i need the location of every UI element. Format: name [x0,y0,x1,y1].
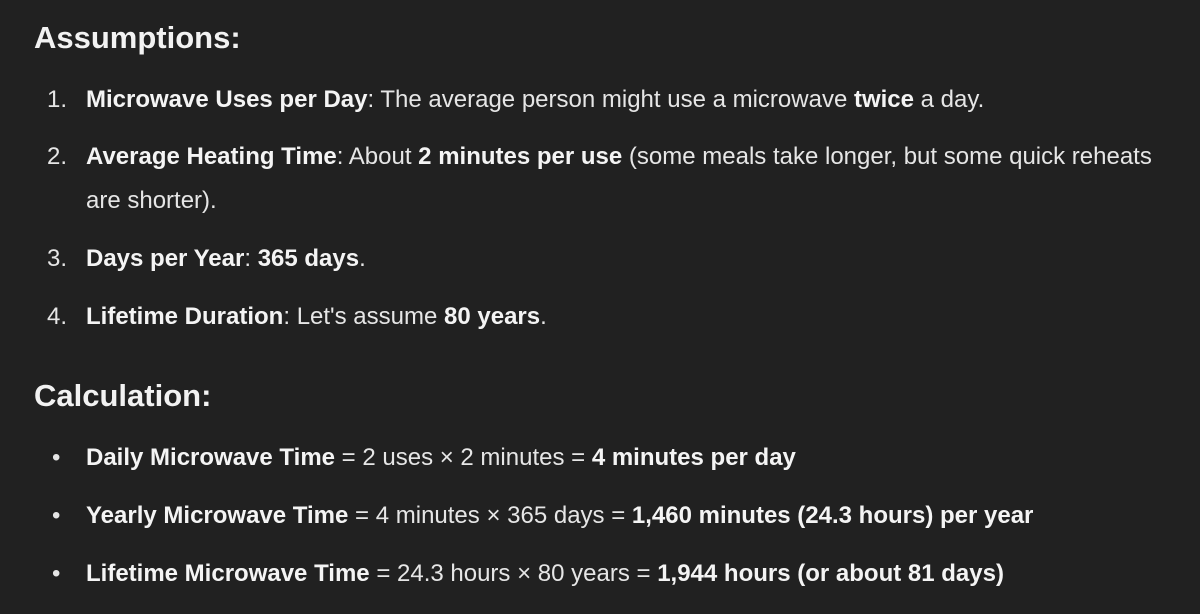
assumption-label: Microwave Uses per Day [86,86,368,113]
assumption-value: 2 minutes per use [418,143,623,170]
separator: : [367,86,381,113]
calculation-label: Daily Microwave Time [86,444,335,471]
assumption-desc: a day. [914,86,985,113]
assumption-value: twice [853,86,914,113]
list-number: 4. [47,303,68,330]
calculation-label: Lifetime Microwave Time [86,560,370,587]
bullet-icon: • [52,444,61,471]
assumption-label: Lifetime Duration [86,303,284,330]
assumption-desc: . [359,245,366,272]
list-number: 3. [47,245,68,272]
calculation-text: Yearly Microwave Time = 4 minutes × 365 … [86,494,1166,538]
separator: : [244,245,258,272]
calculation-result: 1,460 minutes (24.3 hours) per year [631,502,1034,529]
assumption-text: Average Heating Time: About 2 minutes pe… [86,135,1166,223]
assumption-desc: The average person might use a microwave [380,86,854,113]
response-content: Assumptions: 1. Microwave Uses per Day: … [0,0,1200,614]
bullet-icon: • [52,502,61,529]
list-number: 1. [47,86,68,113]
assumptions-heading: Assumptions: [34,20,241,55]
calculation-expression: = 4 minutes × 365 days = [348,502,632,529]
calculation-text: Daily Microwave Time = 2 uses × 2 minute… [86,436,1166,480]
calculation-result: 1,944 hours (or about 81 days) [657,560,1004,587]
assumption-label: Average Heating Time [86,143,337,170]
assumption-label: Days per Year [86,245,245,272]
calculation-heading: Calculation: [34,378,212,413]
calculation-label: Yearly Microwave Time [86,502,349,529]
calculation-result: 4 minutes per day [591,444,796,471]
separator: : [283,303,297,330]
assumption-value: 80 years [444,303,541,330]
calculation-text: Lifetime Microwave Time = 24.3 hours × 8… [86,552,1166,596]
bullet-icon: • [52,560,61,587]
assumption-desc: About [348,143,419,170]
assumption-text: Lifetime Duration: Let's assume 80 years… [86,295,1166,339]
assumption-desc: Let's assume [296,303,445,330]
calculation-expression: = 2 uses × 2 minutes = [335,444,592,471]
assumption-text: Days per Year: 365 days. [86,237,1166,281]
assumption-value: 365 days [257,245,360,272]
list-number: 2. [47,143,68,170]
assumption-text: Microwave Uses per Day: The average pers… [86,78,1166,122]
separator: : [336,143,349,170]
calculation-expression: = 24.3 hours × 80 years = [369,560,658,587]
assumption-desc: . [540,303,547,330]
